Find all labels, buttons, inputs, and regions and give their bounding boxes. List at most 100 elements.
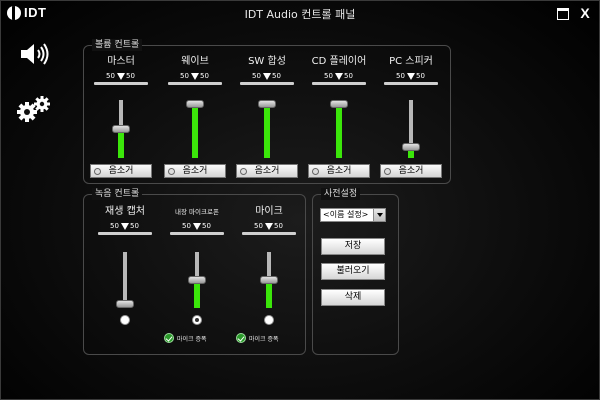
balance-slider[interactable]: 50 50 bbox=[240, 72, 294, 92]
balance-track[interactable] bbox=[170, 232, 224, 235]
load-button[interactable]: 불러오기 bbox=[321, 263, 385, 280]
channel-wave: 웨이브 50 50 음소거 bbox=[164, 56, 226, 178]
balance-slider[interactable]: 50 50 bbox=[170, 222, 224, 242]
channel-name: 웨이브 bbox=[181, 56, 209, 67]
balance-right-value: 50 bbox=[126, 72, 135, 80]
channel-master: 마스터 50 50 음소거 bbox=[90, 56, 152, 178]
slider-thumb[interactable] bbox=[258, 100, 276, 108]
balance-pointer-icon[interactable] bbox=[121, 223, 129, 230]
balance-pointer-icon[interactable] bbox=[193, 223, 201, 230]
volume-slider[interactable] bbox=[186, 100, 204, 158]
balance-left-value: 50 bbox=[180, 72, 189, 80]
mute-button[interactable]: 음소거 bbox=[236, 164, 298, 178]
slider-fill bbox=[408, 149, 414, 158]
balance-right-value: 50 bbox=[272, 72, 281, 80]
channel-name: 마이크 bbox=[255, 206, 283, 217]
mic-boost-mic[interactable]: 마이크 증폭 bbox=[236, 333, 279, 343]
chevron-down-icon[interactable] bbox=[373, 209, 385, 221]
balance-slider[interactable]: 50 50 bbox=[242, 222, 296, 242]
slider-thumb[interactable] bbox=[330, 100, 348, 108]
slider-fill bbox=[264, 100, 270, 158]
window-title: IDT Audio 컨트롤 패널 bbox=[244, 8, 356, 21]
mute-radio-icon bbox=[312, 168, 319, 175]
check-icon[interactable] bbox=[236, 333, 246, 343]
volume-panel-title: 볼륨 컨트롤 bbox=[92, 39, 143, 51]
recording-panel-title: 녹음 컨트롤 bbox=[92, 188, 143, 200]
mute-button[interactable]: 음소거 bbox=[90, 164, 152, 178]
volume-slider[interactable] bbox=[258, 100, 276, 158]
source-select-radio[interactable] bbox=[192, 315, 202, 325]
source-select-radio[interactable] bbox=[120, 315, 130, 325]
app-window: IDT IDT Audio 컨트롤 패널 X 볼륨 컨트롤 녹음 컨트롤 사전설… bbox=[0, 0, 600, 400]
slider-fill bbox=[192, 100, 198, 158]
balance-slider[interactable]: 50 50 bbox=[168, 72, 222, 92]
preset-select-value: <이름 설정> bbox=[323, 210, 369, 219]
mute-label: 음소거 bbox=[254, 166, 280, 176]
balance-track[interactable] bbox=[384, 82, 438, 85]
volume-slider[interactable] bbox=[330, 100, 348, 158]
slider-thumb[interactable] bbox=[116, 300, 134, 308]
minimize-button[interactable] bbox=[556, 6, 570, 20]
mute-button[interactable]: 음소거 bbox=[380, 164, 442, 178]
mute-label: 음소거 bbox=[182, 166, 208, 176]
volume-slider[interactable] bbox=[112, 100, 130, 158]
mute-radio-icon bbox=[168, 168, 175, 175]
channel-internal-mic: 내장 마이크로폰 50 50 bbox=[166, 206, 228, 325]
mic-boost-internal[interactable]: 마이크 증폭 bbox=[164, 333, 207, 343]
mute-label: 음소거 bbox=[398, 166, 424, 176]
balance-left-value: 50 bbox=[110, 222, 119, 230]
balance-track[interactable] bbox=[98, 232, 152, 235]
slider-fill bbox=[194, 280, 200, 308]
title-bar[interactable]: IDT IDT Audio 컨트롤 패널 X bbox=[1, 1, 599, 25]
slider-thumb[interactable] bbox=[402, 142, 420, 151]
logo-text: IDT bbox=[24, 5, 47, 20]
balance-left-value: 50 bbox=[106, 72, 115, 80]
balance-pointer-icon[interactable] bbox=[335, 73, 343, 80]
recording-slider[interactable] bbox=[116, 252, 134, 308]
presets-panel-title: 사전설정 bbox=[321, 188, 361, 200]
slider-thumb[interactable] bbox=[188, 276, 206, 284]
balance-pointer-icon[interactable] bbox=[117, 73, 125, 80]
balance-pointer-icon[interactable] bbox=[407, 73, 415, 80]
channel-pc-speaker: PC 스피커 50 50 음소거 bbox=[380, 56, 442, 178]
recording-slider[interactable] bbox=[188, 252, 206, 308]
balance-slider[interactable]: 50 50 bbox=[98, 222, 152, 242]
speaker-icon[interactable] bbox=[19, 41, 51, 67]
slider-thumb[interactable] bbox=[260, 276, 278, 284]
slider-thumb[interactable] bbox=[112, 125, 130, 133]
slider-thumb[interactable] bbox=[186, 100, 204, 108]
mute-label: 음소거 bbox=[108, 166, 134, 176]
volume-slider[interactable] bbox=[402, 100, 420, 158]
gears-icon[interactable] bbox=[15, 94, 53, 124]
check-icon[interactable] bbox=[164, 333, 174, 343]
balance-slider[interactable]: 50 50 bbox=[94, 72, 148, 92]
save-button[interactable]: 저장 bbox=[321, 238, 385, 255]
balance-track[interactable] bbox=[168, 82, 222, 85]
balance-slider[interactable]: 50 50 bbox=[384, 72, 438, 92]
balance-track[interactable] bbox=[240, 82, 294, 85]
delete-button[interactable]: 삭제 bbox=[321, 289, 385, 306]
balance-track[interactable] bbox=[242, 232, 296, 235]
balance-track[interactable] bbox=[312, 82, 366, 85]
balance-pointer-icon[interactable] bbox=[265, 223, 273, 230]
preset-name-select[interactable]: <이름 설정> bbox=[320, 208, 386, 222]
balance-pointer-icon[interactable] bbox=[263, 73, 271, 80]
balance-pointer-icon[interactable] bbox=[191, 73, 199, 80]
balance-left-value: 50 bbox=[254, 222, 263, 230]
balance-right-value: 50 bbox=[274, 222, 283, 230]
channel-playback-capture: 재생 캡처 50 50 bbox=[94, 206, 156, 325]
balance-right-value: 50 bbox=[202, 222, 211, 230]
channel-sw-synth: SW 합성 50 50 음소거 bbox=[236, 56, 298, 178]
close-button[interactable]: X bbox=[578, 6, 592, 20]
mute-radio-icon bbox=[94, 168, 101, 175]
source-select-radio[interactable] bbox=[264, 315, 274, 325]
balance-track[interactable] bbox=[94, 82, 148, 85]
recording-slider[interactable] bbox=[260, 252, 278, 308]
balance-right-value: 50 bbox=[130, 222, 139, 230]
mute-radio-icon bbox=[240, 168, 247, 175]
channel-name: 내장 마이크로폰 bbox=[175, 208, 219, 216]
balance-slider[interactable]: 50 50 bbox=[312, 72, 366, 92]
mute-button[interactable]: 음소거 bbox=[308, 164, 370, 178]
mute-button[interactable]: 음소거 bbox=[164, 164, 226, 178]
mute-label: 음소거 bbox=[326, 166, 352, 176]
